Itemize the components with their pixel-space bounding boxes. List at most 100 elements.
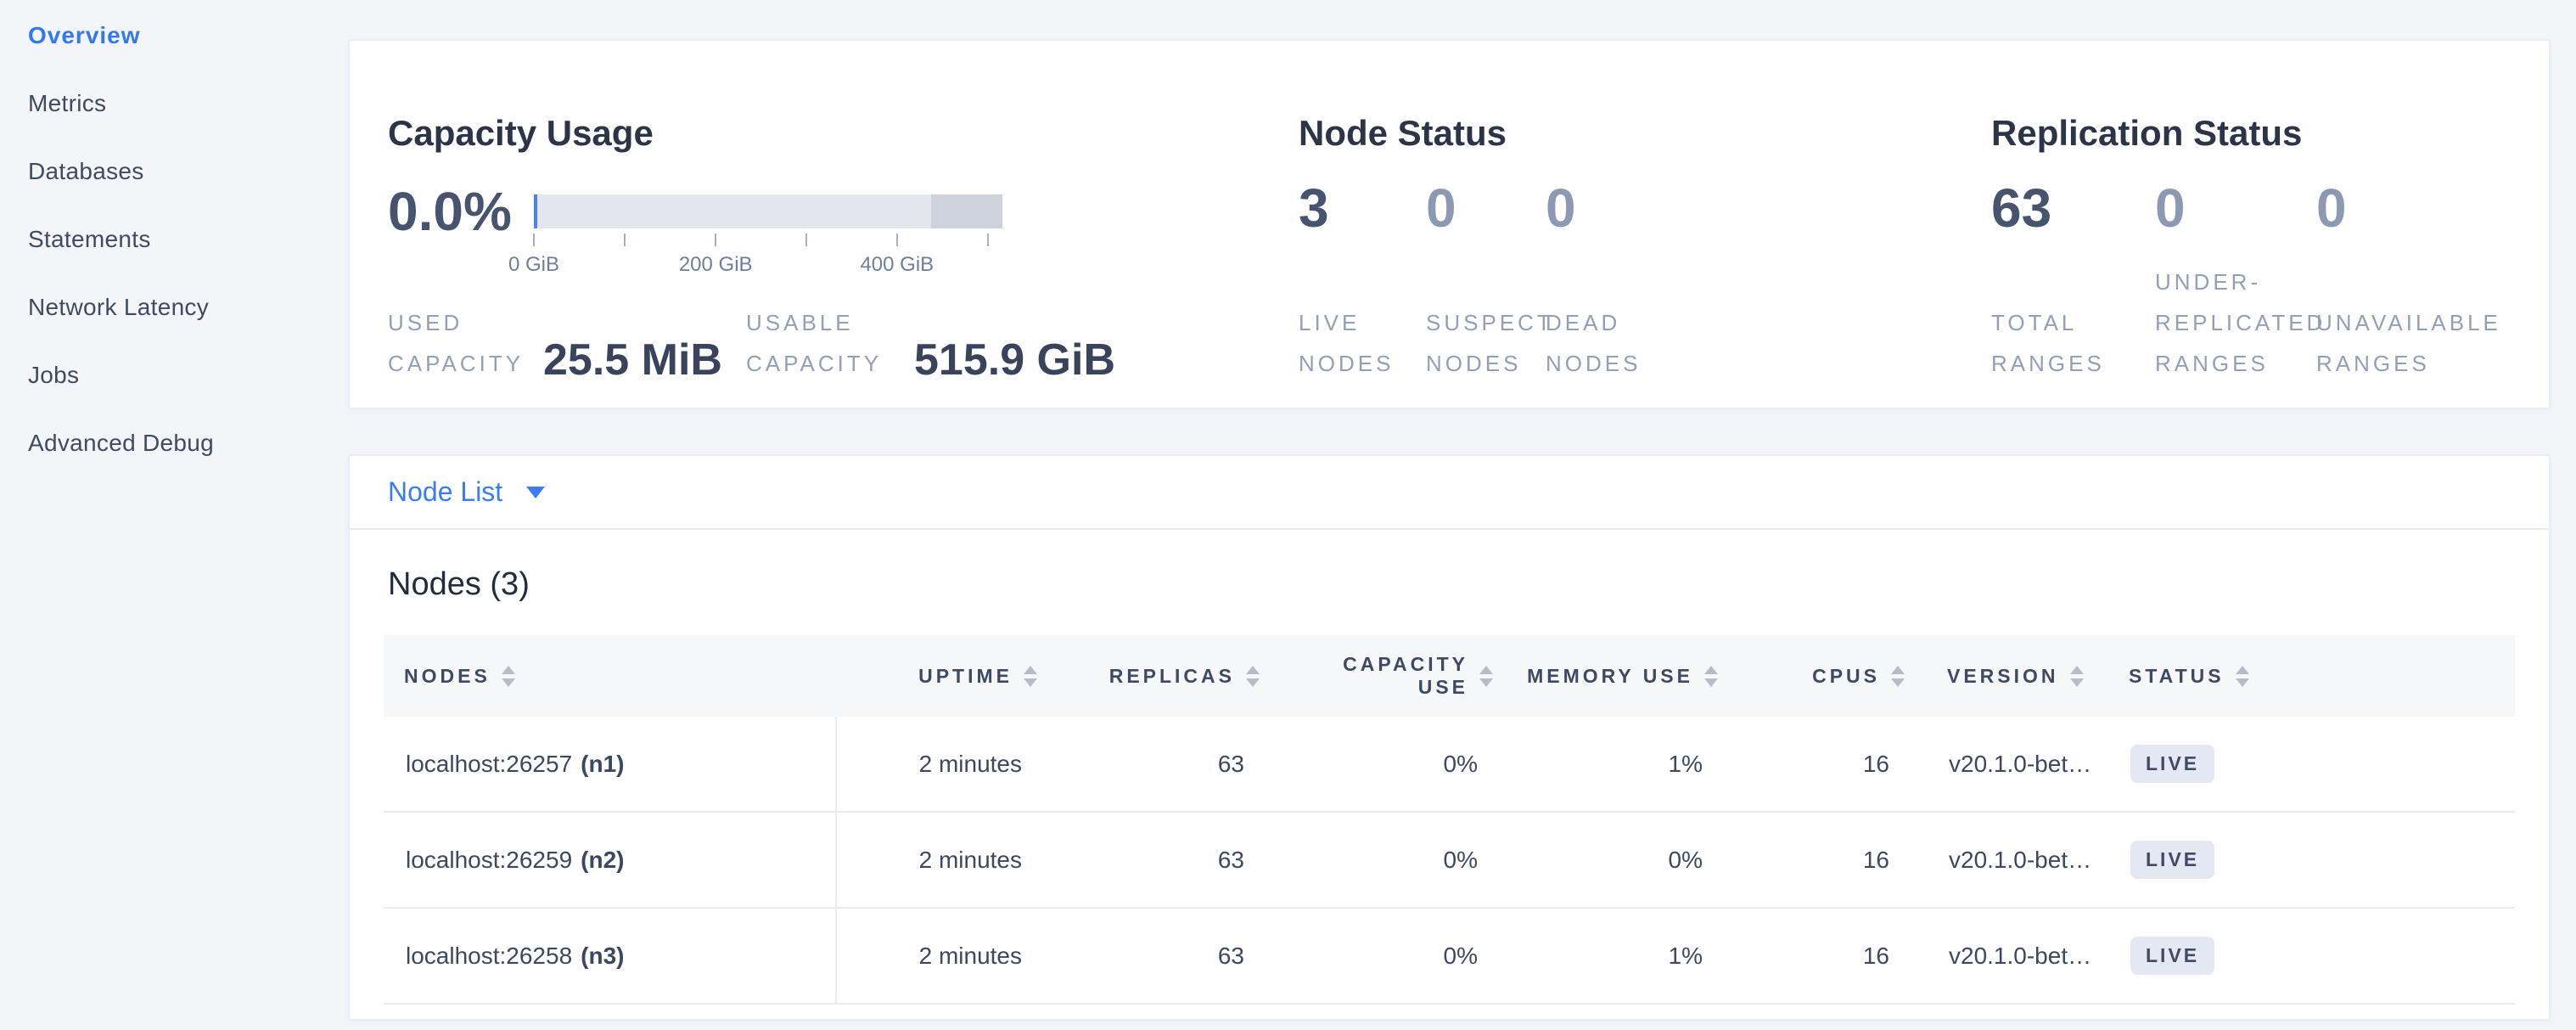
sidebar-item-metrics[interactable]: Metrics (28, 70, 348, 138)
sort-icon (502, 666, 515, 687)
node-id: (n2) (581, 847, 624, 874)
nodes-heading: Nodes (3) (388, 564, 2515, 605)
column-header-label: CPUS (1812, 665, 1880, 688)
column-header-memory-use[interactable]: MEMORY USE (1515, 635, 1740, 717)
memory-use-cell: 0% (1515, 813, 1740, 907)
live-nodes-value: 3 (1299, 178, 1426, 238)
column-header-label: UPTIME (918, 665, 1013, 688)
replicas-cell: 63 (1059, 813, 1282, 907)
capacity-bar-other-segment (931, 194, 1002, 228)
version-cell: v20.1.0-bet… (1927, 717, 2108, 811)
column-header-label: STATUS (2129, 665, 2225, 688)
column-header-replicas[interactable]: REPLICAS (1059, 635, 1282, 717)
used-capacity-label: USED CAPACITY (388, 302, 502, 384)
capacity-usage-title: Capacity Usage (388, 112, 1299, 155)
node-cell: localhost:26259 (n2) (384, 813, 837, 907)
usable-capacity-value: 515.9 GiB (914, 338, 1115, 382)
column-header-version[interactable]: VERSION (1927, 635, 2108, 717)
status-badge: LIVE (2130, 937, 2214, 975)
capacity-use-cell: 0% (1282, 909, 1515, 1003)
sidebar-item-overview[interactable]: Overview (28, 2, 348, 70)
nodes-table-section: Nodes (3) NODES UPTIME REPLICAS CAPACITY… (350, 530, 2549, 1005)
node-link[interactable]: localhost:26257 (406, 751, 572, 778)
sort-icon (1024, 666, 1037, 687)
node-cell: localhost:26257 (n1) (384, 717, 837, 811)
axis-label-0: 0 GiB (508, 253, 559, 277)
capacity-use-cell: 0% (1282, 717, 1515, 811)
capacity-usage-section: Capacity Usage 0.0% 0 GiB 200 GiB 400 Gi… (350, 41, 1299, 408)
node-link[interactable]: localhost:26259 (406, 847, 572, 874)
sort-icon (2236, 666, 2249, 687)
axis-label-200: 200 GiB (679, 253, 753, 277)
cpus-cell: 16 (1740, 717, 1927, 811)
sidebar-item-databases[interactable]: Databases (28, 138, 348, 205)
version-cell: v20.1.0-bet… (1927, 909, 2108, 1003)
nodes-table: NODES UPTIME REPLICAS CAPACITY USE MEMOR… (384, 635, 2515, 1005)
status-cell: LIVE (2108, 813, 2515, 907)
status-cell: LIVE (2108, 909, 2515, 1003)
suspect-nodes-value: 0 (1426, 178, 1546, 238)
memory-use-cell: 1% (1515, 717, 1740, 811)
status-badge: LIVE (2130, 745, 2214, 783)
capacity-use-cell: 0% (1282, 813, 1515, 907)
node-list-card: Node List Nodes (3) NODES UPTIME REPLICA… (348, 454, 2551, 1021)
sort-icon (1246, 666, 1260, 687)
version-cell: v20.1.0-bet… (1927, 813, 2108, 907)
column-header-label: NODES (404, 665, 491, 688)
replication-stats: 63 TOTAL RANGES 0 UNDER-REPLICATED RANGE… (1991, 155, 2549, 384)
axis-tick (987, 234, 989, 246)
table-row: localhost:26257 (n1) 2 minutes 63 0% 1% … (384, 717, 2515, 813)
replicas-cell: 63 (1059, 909, 1282, 1003)
replication-status-title: Replication Status (1991, 112, 2549, 155)
sidebar-item-statements[interactable]: Statements (28, 205, 348, 273)
sidebar-item-network-latency[interactable]: Network Latency (28, 273, 348, 341)
node-list-dropdown[interactable]: Node List (350, 456, 2549, 530)
capacity-gauge: 0.0% 0 GiB 200 GiB 400 GiB (388, 182, 1299, 241)
under-replicated-ranges-value: 0 (2155, 178, 2316, 238)
column-header-cpus[interactable]: CPUS (1740, 635, 1927, 717)
node-link[interactable]: localhost:26258 (406, 943, 572, 970)
table-row: localhost:26259 (n2) 2 minutes 63 0% 0% … (384, 813, 2515, 909)
capacity-bar: 0 GiB 200 GiB 400 GiB (534, 194, 1002, 228)
axis-tick (624, 234, 626, 246)
sort-icon (1704, 666, 1718, 687)
cpus-cell: 16 (1740, 909, 1927, 1003)
capacity-bar-used-segment (534, 194, 537, 228)
column-header-capacity-use[interactable]: CAPACITY USE (1282, 635, 1515, 717)
column-header-status[interactable]: STATUS (2108, 635, 2515, 717)
total-ranges-value: 63 (1991, 178, 2155, 238)
node-status-section: Node Status 3 LIVE NODES 0 SUSPECT NODES… (1299, 41, 1991, 408)
total-ranges-stat: 63 TOTAL RANGES (1991, 155, 2155, 384)
axis-label-400: 400 GiB (860, 253, 934, 277)
axis-tick (715, 234, 716, 246)
dead-nodes-value: 0 (1546, 178, 1991, 238)
total-ranges-label: TOTAL RANGES (1991, 302, 2110, 384)
axis-tick (805, 234, 807, 246)
column-header-label: VERSION (1947, 665, 2059, 688)
used-capacity-value: 25.5 MiB (543, 338, 722, 382)
uptime-cell: 2 minutes (837, 813, 1059, 907)
sort-icon (2070, 666, 2084, 687)
sidebar-item-jobs[interactable]: Jobs (28, 341, 348, 409)
uptime-cell: 2 minutes (837, 909, 1059, 1003)
node-id: (n3) (581, 943, 624, 970)
under-replicated-ranges-stat: 0 UNDER-REPLICATED RANGES (2155, 155, 2316, 384)
capacity-summary: USED CAPACITY 25.5 MiB USABLE CAPACITY 5… (388, 302, 1299, 384)
column-header-label: CAPACITY USE (1333, 653, 1468, 699)
live-nodes-stat: 3 LIVE NODES (1299, 155, 1426, 384)
axis-tick (533, 234, 535, 246)
status-cell: LIVE (2108, 717, 2515, 811)
column-header-nodes[interactable]: NODES (384, 635, 837, 717)
column-header-uptime[interactable]: UPTIME (837, 635, 1059, 717)
dead-nodes-label: DEAD NODES (1546, 302, 1664, 384)
usable-capacity-label: USABLE CAPACITY (746, 302, 873, 384)
table-row: localhost:26258 (n3) 2 minutes 63 0% 1% … (384, 909, 2515, 1005)
column-header-label: MEMORY USE (1527, 665, 1693, 688)
sort-icon (1891, 666, 1905, 687)
node-status-stats: 3 LIVE NODES 0 SUSPECT NODES 0 DEAD NODE… (1299, 155, 1991, 384)
sidebar-item-advanced-debug[interactable]: Advanced Debug (28, 409, 348, 477)
node-list-dropdown-label: Node List (388, 476, 502, 508)
unavailable-ranges-stat: 0 UNAVAILABLE RANGES (2316, 155, 2549, 384)
sidebar: Overview Metrics Databases Statements Ne… (0, 0, 348, 1030)
under-replicated-ranges-label: UNDER-REPLICATED RANGES (2155, 262, 2309, 384)
